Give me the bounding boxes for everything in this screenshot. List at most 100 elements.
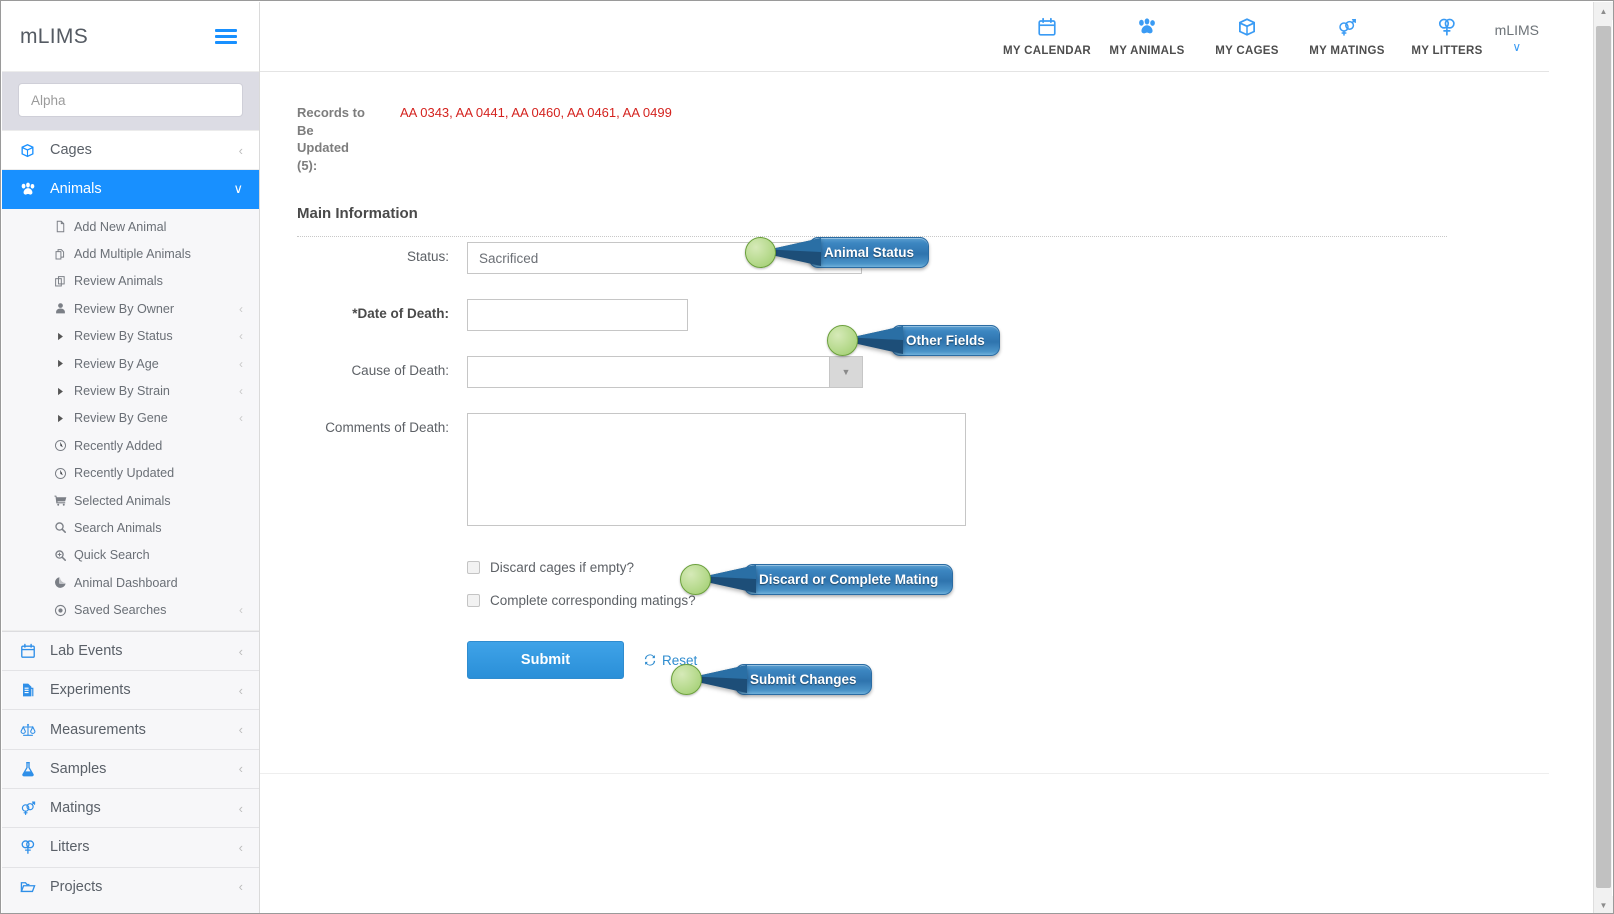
chevron-left-icon: ‹ bbox=[239, 384, 243, 399]
sidebar-subitem-review-by-owner[interactable]: Review By Owner ‹ bbox=[2, 295, 259, 322]
topnav-item-my-litters[interactable]: MY LITTERS bbox=[1397, 2, 1497, 72]
topnav-item-label: MY LITTERS bbox=[1411, 45, 1483, 57]
target-icon bbox=[54, 604, 74, 617]
sidebar-item-matings[interactable]: Matings ‹ bbox=[2, 788, 259, 828]
topnav-item-label: MY MATINGS bbox=[1309, 45, 1385, 57]
cart-icon bbox=[54, 494, 74, 507]
cause-of-death-input[interactable] bbox=[467, 356, 829, 388]
records-label: Records to Be Updated (5): bbox=[297, 105, 365, 173]
topnav-item-my-matings[interactable]: MY MATINGS bbox=[1297, 2, 1397, 72]
sidebar-subitem-animal-dashboard[interactable]: Animal Dashboard bbox=[2, 569, 259, 596]
checkbox-discard-cages[interactable] bbox=[467, 561, 480, 574]
cause-of-death-select[interactable]: ▼ bbox=[467, 356, 863, 388]
sidebar-subitem-search-animals[interactable]: Search Animals bbox=[2, 514, 259, 541]
sidebar-subitem-label: Review By Gene bbox=[74, 411, 168, 426]
search-input[interactable] bbox=[18, 83, 243, 117]
sidebar-subitem-recently-added[interactable]: Recently Added bbox=[2, 432, 259, 459]
field-row-comments-of-death: Comments of Death: bbox=[260, 413, 1549, 526]
checkbox-complete-matings-row[interactable]: Complete corresponding matings? bbox=[467, 593, 696, 608]
sidebar-item-measurements[interactable]: Measurements ‹ bbox=[2, 709, 259, 749]
comments-of-death-textarea[interactable] bbox=[467, 413, 966, 526]
litter-icon bbox=[20, 839, 42, 855]
chevron-left-icon: ‹ bbox=[238, 839, 243, 855]
sidebar-item-animals[interactable]: Animals ∨ bbox=[2, 170, 259, 209]
cause-of-death-label: Cause of Death: bbox=[351, 363, 449, 378]
chevron-down-icon: ∨ bbox=[1512, 39, 1522, 54]
calendar-icon bbox=[20, 643, 42, 659]
sidebar-item-label: Experiments bbox=[50, 682, 131, 699]
search-plus-icon bbox=[54, 549, 74, 562]
status-label: Status: bbox=[406, 249, 449, 264]
sidebar-subitem-label: Recently Added bbox=[74, 438, 163, 453]
sidebar-item-samples[interactable]: Samples ‹ bbox=[2, 748, 259, 789]
sidebar-subitem-label: Selected Animals bbox=[74, 493, 171, 508]
sidebar-nav-animals-group: Cages ‹ Animals ∨ Add New Animal Add Mult… bbox=[2, 130, 259, 630]
form-actions: Submit Reset bbox=[260, 641, 1549, 679]
scrollbar-thumb[interactable] bbox=[1596, 26, 1611, 888]
checkbox-discard-cages-label: Discard cages if empty? bbox=[490, 560, 635, 575]
hamburger-menu-icon[interactable] bbox=[215, 26, 237, 47]
sidebar-item-label: Matings bbox=[50, 800, 101, 817]
sidebar-item-projects[interactable]: Projects ‹ bbox=[2, 866, 259, 906]
sidebar-subitem-review-by-age[interactable]: Review By Age ‹ bbox=[2, 350, 259, 377]
sidebar-item-litters[interactable]: Litters ‹ bbox=[2, 827, 259, 867]
sidebar-item-label: Cages bbox=[50, 142, 92, 158]
comments-of-death-label: Comments of Death: bbox=[325, 420, 449, 435]
main-content-lower bbox=[260, 773, 1549, 913]
topnav-item-my-cages[interactable]: MY CAGES bbox=[1197, 2, 1297, 72]
clock-icon bbox=[54, 467, 74, 480]
user-icon bbox=[54, 302, 74, 315]
sidebar-item-lab-events[interactable]: Lab Events ‹ bbox=[2, 630, 259, 671]
sidebar-subitem-label: Saved Searches bbox=[74, 603, 167, 618]
sidebar-subitem-review-by-strain[interactable]: Review By Strain ‹ bbox=[2, 377, 259, 404]
sidebar-brand-bar: mLIMS bbox=[2, 2, 259, 72]
flask-icon bbox=[20, 761, 42, 777]
chevron-left-icon: ‹ bbox=[239, 301, 243, 316]
vertical-scrollbar[interactable]: ▲ ▼ bbox=[1593, 2, 1613, 913]
chevron-left-icon: ‹ bbox=[238, 682, 243, 698]
litter-icon bbox=[1437, 17, 1457, 43]
triangle-right-icon bbox=[54, 357, 74, 370]
sidebar-subitem-review-by-status[interactable]: Review By Status ‹ bbox=[2, 323, 259, 350]
spacer-label bbox=[260, 593, 467, 600]
sidebar-item-label: Animals bbox=[50, 181, 102, 197]
topnav-item-label: MY CAGES bbox=[1215, 45, 1279, 57]
date-of-death-input[interactable] bbox=[467, 299, 688, 331]
user-menu[interactable]: mLIMS ∨ bbox=[1489, 2, 1545, 72]
top-header: MY CALENDAR MY ANIMALS MY CAGES MY MATINGS M… bbox=[260, 2, 1549, 72]
sidebar-subitem-add-multiple-animals[interactable]: Add Multiple Animals bbox=[2, 240, 259, 267]
status-input[interactable] bbox=[467, 242, 862, 274]
file-icon bbox=[54, 220, 74, 233]
submit-button[interactable]: Submit bbox=[467, 641, 624, 679]
topnav-item-my-calendar[interactable]: MY CALENDAR bbox=[997, 2, 1097, 72]
checkbox-discard-cages-row[interactable]: Discard cages if empty? bbox=[467, 560, 634, 575]
sidebar-subnav-animals: Add New Animal Add Multiple Animals Review… bbox=[2, 209, 259, 630]
triangle-up-icon[interactable]: ▲ bbox=[1594, 2, 1613, 20]
pie-chart-icon bbox=[54, 576, 74, 589]
sidebar-subitem-review-animals[interactable]: Review Animals bbox=[2, 268, 259, 295]
field-row-cause-of-death: Cause of Death: ▼ bbox=[260, 356, 1549, 388]
sidebar-item-experiments[interactable]: Experiments ‹ bbox=[2, 670, 259, 710]
triangle-down-icon[interactable]: ▼ bbox=[1594, 896, 1613, 913]
sidebar-item-cages[interactable]: Cages ‹ bbox=[2, 131, 259, 170]
sidebar-subitem-selected-animals[interactable]: Selected Animals bbox=[2, 487, 259, 514]
sidebar-subitem-review-by-gene[interactable]: Review By Gene ‹ bbox=[2, 405, 259, 432]
sidebar-subitem-label: Review By Age bbox=[74, 356, 159, 371]
reset-link[interactable]: Reset bbox=[643, 653, 697, 668]
sidebar-subitem-label: Add Multiple Animals bbox=[74, 247, 191, 262]
sidebar-subitem-recently-updated[interactable]: Recently Updated bbox=[2, 460, 259, 487]
chevron-left-icon: ‹ bbox=[238, 761, 243, 777]
sidebar-subitem-label: Review By Strain bbox=[74, 384, 170, 399]
chevron-left-icon: ‹ bbox=[238, 879, 243, 895]
checkbox-complete-matings[interactable] bbox=[467, 594, 480, 607]
topnav-item-my-animals[interactable]: MY ANIMALS bbox=[1097, 2, 1197, 72]
sidebar-subitem-quick-search[interactable]: Quick Search bbox=[2, 542, 259, 569]
folder-icon bbox=[20, 879, 42, 895]
sidebar-subitem-add-new-animal[interactable]: Add New Animal bbox=[2, 213, 259, 240]
sidebar-subitem-saved-searches[interactable]: Saved Searches ‹ bbox=[2, 596, 259, 623]
sidebar-subitem-label: Add New Animal bbox=[74, 219, 167, 234]
chevron-down-icon[interactable]: ▼ bbox=[829, 356, 863, 388]
records-to-be-updated: Records to Be Updated (5): AA 0343, AA 0… bbox=[297, 104, 672, 174]
records-value: AA 0343, AA 0441, AA 0460, AA 0461, AA 0… bbox=[400, 105, 672, 120]
chevron-left-icon: ‹ bbox=[238, 643, 243, 659]
